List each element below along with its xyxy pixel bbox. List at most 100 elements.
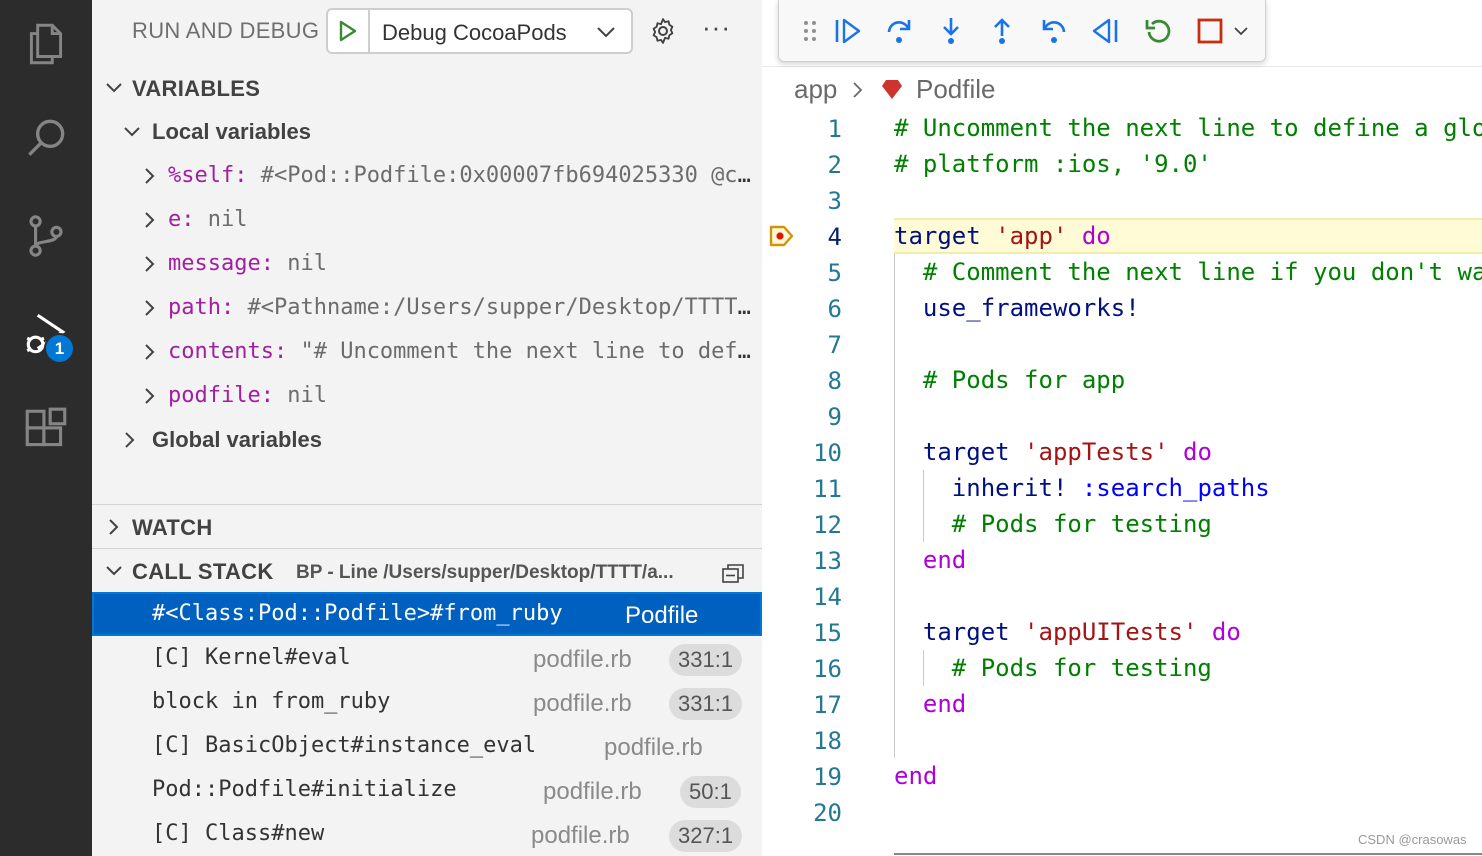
frame-position: 331:1 (669, 688, 743, 720)
code-line[interactable]: 11 inherit! :search_paths (762, 470, 1482, 506)
collapse-all-icon[interactable] (720, 561, 746, 585)
chevron-right-icon (145, 388, 155, 404)
code-line[interactable]: 13 end (762, 542, 1482, 578)
code-line[interactable]: 18 (762, 722, 1482, 758)
code-line[interactable]: 1 # Uncomment the next line to define a g… (762, 110, 1482, 146)
search-icon[interactable] (0, 98, 92, 178)
chevron-right-icon (145, 168, 155, 184)
stop-options-dropdown[interactable] (1225, 12, 1257, 50)
watch-section-header[interactable]: WATCH (92, 505, 762, 549)
code-token: target (894, 438, 1025, 466)
code-text: end (894, 546, 966, 574)
variable-row[interactable]: message: nil (92, 242, 762, 286)
breadcrumb-file[interactable]: Podfile (916, 74, 996, 105)
ruby-file-icon (882, 80, 902, 99)
code-line[interactable]: 4 target 'app' do (762, 218, 1482, 254)
call-stack-frame[interactable]: [C] BasicObject#instance_eval podfile.rb (92, 725, 762, 769)
code-line[interactable]: 5 # Comment the next line if you don't w… (762, 254, 1482, 290)
call-stack-frame[interactable]: [C] Class#new podfile.rb 327:1 (92, 813, 762, 856)
line-number: 6 (827, 295, 842, 323)
chevron-right-icon (145, 212, 155, 228)
frame-file: podfile.rb (543, 778, 642, 805)
call-stack-frame[interactable]: block in from_ruby podfile.rb 331:1 (92, 681, 762, 725)
code-line[interactable]: 14 (762, 578, 1482, 614)
line-number: 11 (813, 475, 842, 503)
call-stack-frame[interactable]: [C] Kernel#eval podfile.rb 331:1 (92, 637, 762, 681)
breadcrumb-folder[interactable]: app (794, 74, 837, 105)
chevron-down-icon (597, 27, 615, 38)
drag-handle-icon[interactable] (791, 12, 829, 50)
code-line[interactable]: 6 use_frameworks! (762, 290, 1482, 326)
debug-config-select[interactable]: Debug CocoaPods (326, 8, 633, 54)
call-stack-section-header[interactable]: CALL STACK BP - Line /Users/supper/Deskt… (92, 549, 762, 593)
code-line[interactable]: 10 target 'appTests' do (762, 434, 1482, 470)
frame-file: podfile.rb (533, 690, 632, 717)
code-line[interactable]: 3 (762, 182, 1482, 218)
code-text: # platform :ios, '9.0' (894, 150, 1212, 178)
chevron-right-icon (125, 432, 135, 448)
source-control-icon[interactable] (0, 196, 92, 276)
global-variables-group[interactable]: Global variables (92, 418, 762, 462)
code-line[interactable]: 20 (762, 794, 1482, 830)
variable-row[interactable]: path: #<Pathname:/Users/supper/Desktop/T… (92, 286, 762, 330)
code-token: :search_paths (1081, 474, 1270, 502)
frame-file: podfile.rb (531, 822, 630, 849)
variables-section-header[interactable]: VARIABLES (92, 66, 762, 110)
variable-value: nil (194, 207, 248, 232)
step-over-button[interactable] (880, 12, 918, 50)
code-token: # platform :ios, '9.0' (894, 150, 1212, 178)
restart-button[interactable] (1139, 12, 1177, 50)
call-stack-frame-selected[interactable]: #<Class:Pod::Podfile>#from_ruby Podfile (92, 592, 762, 636)
debug-toolbar (778, 0, 1266, 62)
code-line[interactable]: 7 (762, 326, 1482, 362)
continue-icon (835, 18, 861, 44)
debug-badge: 1 (44, 333, 75, 364)
code-line[interactable]: 9 (762, 398, 1482, 434)
code-text: # Pods for testing (894, 510, 1212, 538)
code-token: target (894, 222, 996, 250)
code-line[interactable]: 17 end (762, 686, 1482, 722)
stop-button[interactable] (1191, 12, 1229, 50)
editor: app Podfile 1 # Uncomment the next line t… (762, 0, 1482, 856)
code-line[interactable]: 19 end (762, 758, 1482, 794)
run-debug-icon[interactable] (0, 294, 92, 374)
line-number: 7 (827, 331, 842, 359)
code-token: # Comment the next line if you don't wa (894, 258, 1482, 286)
code-token: do (1168, 438, 1212, 466)
debug-config-label: Debug CocoaPods (382, 20, 567, 45)
code-token: # Pods for app (894, 366, 1126, 394)
reverse-continue-button[interactable] (1086, 12, 1124, 50)
local-variables-group[interactable]: Local variables (92, 110, 762, 154)
code-line[interactable]: 15 target 'appUITests' do (762, 614, 1482, 650)
debug-sidebar: RUN AND DEBUG Debug CocoaPods ··· VARIAB… (92, 0, 762, 856)
line-number: 18 (813, 727, 842, 755)
continue-button[interactable] (829, 12, 867, 50)
variable-row[interactable]: e: nil (92, 198, 762, 242)
code-line[interactable]: 16 # Pods for testing (762, 650, 1482, 686)
chevron-down-icon (1234, 27, 1248, 36)
line-number: 10 (813, 439, 842, 467)
code-token: 'app' (995, 222, 1068, 250)
call-stack-frame[interactable]: Pod::Podfile#initialize podfile.rb 50:1 (92, 769, 762, 813)
variable-row[interactable]: podfile: nil (92, 374, 762, 418)
line-number: 20 (813, 799, 842, 827)
code-line[interactable]: 8 # Pods for app (762, 362, 1482, 398)
start-debugging-button[interactable] (328, 10, 370, 52)
line-number: 15 (813, 619, 842, 647)
step-back-button[interactable] (1035, 12, 1073, 50)
line-number: 9 (827, 403, 842, 431)
editor-bottom-rule (894, 853, 1482, 855)
variable-row[interactable]: contents: "# Uncomment the next line to … (92, 330, 762, 374)
extensions-icon[interactable] (0, 390, 92, 470)
step-into-button[interactable] (932, 12, 970, 50)
code-line[interactable]: 2 # platform :ios, '9.0' (762, 146, 1482, 182)
code-text: target 'app' do (894, 222, 1111, 250)
more-actions-icon[interactable]: ··· (702, 12, 731, 43)
gear-icon[interactable] (648, 16, 678, 46)
explorer-icon[interactable] (0, 4, 92, 84)
code-line[interactable]: 12 # Pods for testing (762, 506, 1482, 542)
variable-row[interactable]: %self: #<Pod::Podfile:0x00007fb694025330… (92, 154, 762, 198)
code-token: # Pods for testing (894, 654, 1212, 682)
editor-top-border (762, 66, 1482, 67)
step-out-button[interactable] (983, 12, 1021, 50)
